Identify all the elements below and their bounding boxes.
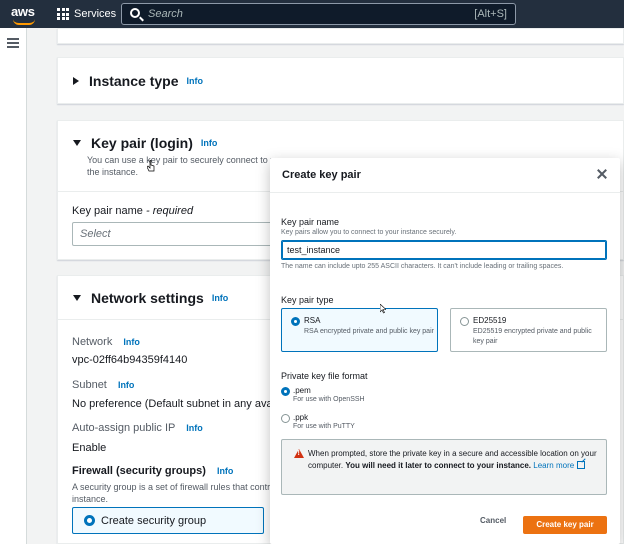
network-field: Network Info — [72, 336, 140, 348]
network-header[interactable]: Network settings Info — [73, 290, 228, 306]
left-rail — [0, 28, 27, 544]
aws-logo-text: aws — [11, 4, 35, 19]
caret-right-icon — [73, 77, 79, 85]
key-pair-description: You can use a key pair to securely conne… — [87, 154, 275, 178]
key-pair-desc-line2: the instance. — [87, 167, 139, 177]
public-ip-field: Auto-assign public IP Info — [72, 422, 203, 434]
subnet-info-link[interactable]: Info — [118, 380, 135, 390]
radio-unselected-icon — [460, 317, 469, 326]
key-pair-title: Key pair (login) — [91, 135, 193, 151]
key-pair-name-input[interactable]: test_instance — [281, 240, 607, 260]
modal-type-label: Key pair type — [281, 295, 334, 305]
aws-smile-icon — [13, 19, 35, 25]
key-pair-name-label-text: Key pair name — [72, 205, 143, 217]
services-label: Services — [74, 8, 117, 20]
firewall-info-link[interactable]: Info — [217, 466, 234, 476]
key-pair-info-link[interactable]: Info — [201, 138, 218, 148]
create-security-group-option[interactable]: Create security group — [72, 507, 264, 534]
warning-text: When prompted, store the private key in … — [308, 448, 598, 472]
radio-selected-icon — [291, 317, 300, 326]
warning-icon — [294, 449, 304, 458]
key-type-name: ED25519 — [473, 316, 507, 325]
create-key-pair-button[interactable]: Create key pair — [523, 516, 607, 534]
public-ip-value: Enable — [72, 442, 107, 454]
search-icon — [130, 8, 140, 18]
top-navigation: aws Services Search [Alt+S] — [0, 0, 624, 28]
warning-bold: You will need it later to connect to you… — [345, 461, 532, 470]
format-desc: For use with OpenSSH — [293, 396, 365, 403]
firewall-field: Firewall (security groups) Info — [72, 465, 233, 477]
format-desc: For use with PuTTY — [293, 423, 355, 430]
format-name: .pem — [293, 386, 311, 395]
radio-unselected-icon — [281, 414, 290, 423]
warning-alert: When prompted, store the private key in … — [281, 439, 607, 495]
instance-type-panel: Instance type Info — [57, 57, 624, 104]
network-field-info-link[interactable]: Info — [123, 337, 140, 347]
key-pair-name-label: Key pair name - required — [72, 205, 193, 217]
modal-name-help: Key pairs allow you to connect to your i… — [281, 229, 457, 236]
create-security-group-label: Create security group — [101, 515, 207, 527]
format-name: .ppk — [293, 413, 309, 422]
caret-down-icon — [73, 295, 81, 301]
radio-selected-icon — [84, 515, 95, 526]
services-button[interactable]: Services — [57, 6, 116, 22]
instance-type-header[interactable]: Instance type Info — [73, 73, 203, 89]
subnet-field: Subnet Info — [72, 379, 134, 391]
key-pair-header[interactable]: Key pair (login) Info — [73, 135, 217, 151]
external-link-icon — [577, 461, 586, 469]
key-type-desc: ED25519 encrypted private and public key… — [473, 328, 592, 345]
firewall-description: A security group is a set of firewall ru… — [72, 481, 270, 505]
network-title: Network settings — [91, 290, 204, 306]
network-label: Network — [72, 336, 113, 348]
key-type-rsa[interactable]: RSA RSA encrypted private and public key… — [281, 308, 438, 352]
hand-cursor-icon — [147, 160, 155, 172]
required-text: - required — [146, 205, 194, 217]
firewall-desc-line2: instance. — [72, 494, 109, 504]
key-type-ed25519[interactable]: ED25519 ED25519 encrypted private and pu… — [450, 308, 607, 352]
grid-icon — [57, 8, 69, 20]
firewall-desc-line1: A security group is a set of firewall ru… — [72, 482, 271, 492]
arrow-cursor-icon — [380, 304, 386, 314]
search-shortcut: [Alt+S] — [474, 8, 507, 20]
modal-name-constraint: The name can include upto 255 ASCII char… — [281, 263, 564, 270]
search-input[interactable]: Search [Alt+S] — [121, 3, 516, 25]
search-placeholder: Search — [148, 8, 183, 20]
firewall-label: Firewall (security groups) — [72, 465, 206, 477]
network-info-link[interactable]: Info — [212, 293, 229, 303]
modal-name-label: Key pair name — [281, 217, 340, 227]
caret-down-icon — [73, 140, 81, 146]
network-value: vpc-02ff64b94359f4140 — [72, 354, 188, 366]
aws-logo[interactable]: aws — [10, 3, 38, 25]
key-pair-select-placeholder: Select — [80, 228, 111, 240]
key-pair-select[interactable]: Select — [72, 222, 292, 246]
radio-selected-icon — [281, 387, 290, 396]
instance-type-info-link[interactable]: Info — [186, 76, 203, 86]
cancel-button[interactable]: Cancel — [480, 516, 506, 525]
modal-divider — [270, 192, 620, 193]
close-icon[interactable] — [596, 168, 608, 180]
modal-format-label: Private key file format — [281, 371, 368, 381]
public-ip-info-link[interactable]: Info — [186, 423, 203, 433]
panel-partial-top — [57, 28, 624, 44]
key-pair-name-value: test_instance — [287, 245, 341, 255]
subnet-label: Subnet — [72, 379, 107, 391]
public-ip-label: Auto-assign public IP — [72, 422, 176, 434]
key-type-desc: RSA encrypted private and public key pai… — [304, 328, 434, 335]
instance-type-title: Instance type — [89, 73, 179, 89]
learn-more-label: Learn more — [533, 461, 575, 470]
learn-more-link[interactable]: Learn more — [533, 461, 586, 470]
create-key-pair-modal: Create key pair Key pair name Key pairs … — [270, 158, 620, 544]
key-pair-desc-line1: You can use a key pair to securely conne… — [87, 155, 275, 165]
subnet-value: No preference (Default subnet in any ava… — [72, 398, 284, 410]
modal-title: Create key pair — [282, 169, 361, 181]
key-type-name: RSA — [304, 316, 321, 325]
menu-icon[interactable] — [7, 38, 19, 48]
